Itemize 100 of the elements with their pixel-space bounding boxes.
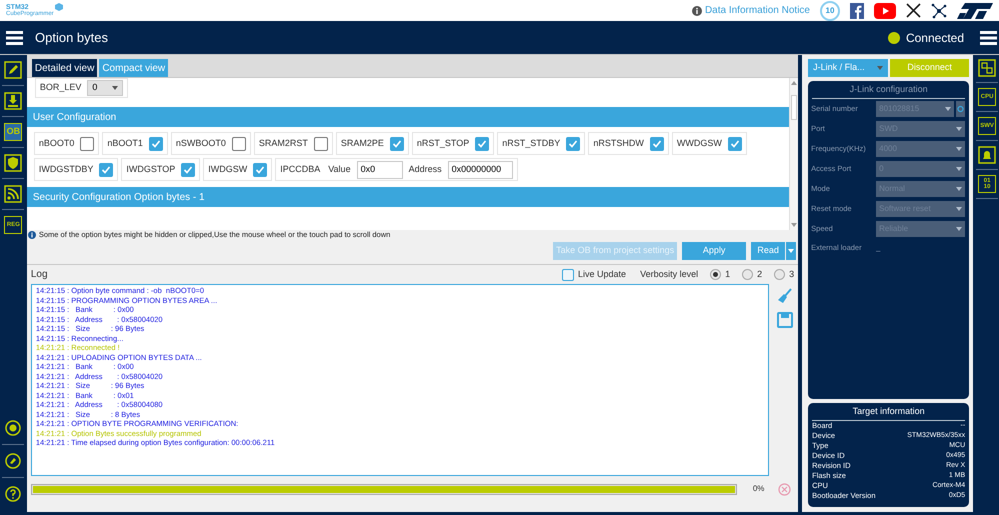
panel-title: Target information xyxy=(812,405,966,420)
live-update-checkbox[interactable] xyxy=(562,268,574,280)
nav-item[interactable]: OB xyxy=(4,123,22,141)
checkbox[interactable] xyxy=(566,136,580,150)
facebook-icon[interactable] xyxy=(850,2,864,18)
option-label: SRAM2PE xyxy=(340,136,384,150)
checkbox[interactable] xyxy=(80,136,94,150)
download-icon[interactable] xyxy=(4,92,22,110)
check-icon xyxy=(730,138,740,148)
option-label: nBOOT0 xyxy=(38,136,74,150)
view-tab[interactable]: Detailed view xyxy=(32,59,98,77)
checkbox[interactable] xyxy=(232,136,246,150)
edit-icon[interactable] xyxy=(4,61,22,79)
page-title: Option bytes xyxy=(35,28,108,47)
check-icon xyxy=(183,164,194,174)
check-icon xyxy=(392,138,402,148)
panel-title: J-Link configuration xyxy=(812,83,966,98)
x-icon[interactable] xyxy=(906,3,921,18)
option-label: IPCCDBA xyxy=(280,162,320,176)
youtube-icon[interactable] xyxy=(874,2,896,18)
verbosity-label: Verbosity level xyxy=(640,268,698,281)
verbosity-option: 1 xyxy=(725,268,730,282)
option-label: IWDGSTDBY xyxy=(38,162,94,176)
check-icon xyxy=(568,138,578,148)
disconnect-button[interactable]: Disconnect xyxy=(890,59,970,77)
scroll-thumb[interactable] xyxy=(791,95,798,120)
bor-dropdown[interactable]: 0 xyxy=(87,80,124,96)
dropdown-arrow-button[interactable] xyxy=(786,242,796,260)
input-field[interactable]: 0x0 xyxy=(356,160,403,178)
verbosity-option: 2 xyxy=(757,268,762,282)
checkbox[interactable] xyxy=(475,136,490,150)
section-header: User Configuration xyxy=(26,107,790,127)
log-title: Log xyxy=(30,268,48,282)
checkbox[interactable] xyxy=(314,136,328,150)
connection-status: Connected xyxy=(906,30,964,46)
probe-dropdown[interactable]: J-Link / Fla... xyxy=(808,59,888,77)
option-label: SRAM2RST xyxy=(258,136,308,150)
refresh-icon[interactable] xyxy=(956,101,966,117)
live-update-label: Live Update xyxy=(578,268,626,281)
chip-layout-icon[interactable] xyxy=(978,59,996,77)
menu-icon[interactable] xyxy=(6,30,23,44)
checkbox[interactable] xyxy=(390,136,404,150)
checkbox[interactable] xyxy=(728,136,742,150)
scroll-up-icon xyxy=(791,81,798,85)
help-icon[interactable] xyxy=(5,486,22,502)
option-label: nSWBOOT0 xyxy=(176,136,226,150)
shield-icon[interactable] xyxy=(4,154,22,172)
eraser-icon[interactable] xyxy=(5,453,22,469)
verbosity-radio[interactable] xyxy=(774,269,786,280)
check-icon xyxy=(477,138,488,148)
section-header: Security Configuration Option bytes - 1 xyxy=(26,187,790,207)
option-label: nRST_STDBY xyxy=(502,136,560,150)
option-label: nRSTSHDW xyxy=(593,136,644,150)
option-label: WWDGSW xyxy=(676,136,722,150)
field-label: Address xyxy=(408,162,442,176)
input-field[interactable]: 0x00000000 xyxy=(448,160,513,178)
data-notice-link[interactable]: Data Information Notice xyxy=(704,3,810,18)
read-button[interactable]: Read xyxy=(751,242,786,260)
caret-icon xyxy=(956,147,962,151)
option-label: nBOOT1 xyxy=(107,136,143,150)
verbosity-radio[interactable] xyxy=(710,269,722,280)
option-label: nRST_STOP xyxy=(416,136,470,150)
option-label: IWDGSTOP xyxy=(126,162,176,176)
verbosity-radio[interactable] xyxy=(742,269,754,280)
save-icon[interactable] xyxy=(776,312,793,328)
scrollbar[interactable] xyxy=(789,78,798,230)
info-icon xyxy=(692,6,702,16)
caret-icon xyxy=(877,66,884,70)
caret-icon xyxy=(956,187,962,191)
caret-icon xyxy=(112,86,118,90)
bor-label: BOR_LEV xyxy=(40,81,82,94)
broom-icon[interactable] xyxy=(776,288,793,304)
logo-icon[interactable] xyxy=(957,2,993,18)
scroll-down-icon xyxy=(791,223,798,227)
field-label: Value xyxy=(328,162,351,176)
view-tab[interactable]: Compact view xyxy=(99,59,168,77)
check-icon xyxy=(255,164,266,174)
caret-icon xyxy=(945,107,952,111)
caret-icon xyxy=(956,127,962,131)
cube-icon xyxy=(54,2,63,10)
alarm-icon[interactable] xyxy=(978,146,996,164)
action-button[interactable]: Apply xyxy=(682,242,746,260)
checkbox[interactable] xyxy=(253,162,268,176)
option-label: IWDGSW xyxy=(208,162,248,176)
checkbox[interactable] xyxy=(650,136,664,150)
caret-icon xyxy=(956,227,962,231)
checkbox[interactable] xyxy=(99,162,114,176)
rss-icon[interactable] xyxy=(4,185,22,203)
caret-icon xyxy=(956,167,962,171)
check-icon xyxy=(101,164,112,174)
network-icon[interactable] xyxy=(931,2,947,18)
checkbox[interactable] xyxy=(148,136,163,150)
progress-percent: 0% xyxy=(752,483,764,495)
caret-icon xyxy=(788,249,794,253)
caret-icon xyxy=(956,207,962,211)
menu-icon[interactable] xyxy=(980,30,997,44)
coin-icon[interactable] xyxy=(5,420,22,436)
check-icon xyxy=(150,138,161,148)
checkbox[interactable] xyxy=(181,162,196,176)
check-icon xyxy=(652,138,662,148)
